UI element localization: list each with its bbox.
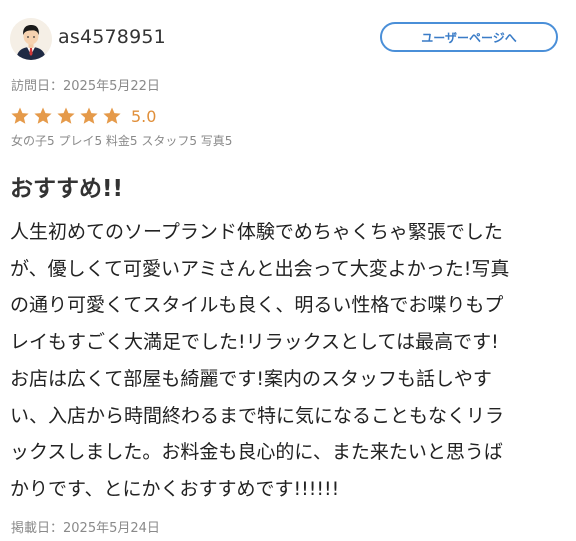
star-icon [11, 107, 29, 124]
username[interactable]: as4578951 [58, 26, 166, 48]
star-icon [57, 107, 75, 124]
review-card: as4578951 ユーザーページへ 訪問日：2025年5月22日 5.0 女の… [0, 0, 576, 541]
star-icon [80, 107, 98, 124]
review-body-line: の通り可愛くてスタイルも良く、明るい性格でお喋りもプ [10, 294, 504, 317]
user-avatar-icon[interactable] [10, 18, 52, 60]
rating-value: 5.0 [131, 106, 157, 126]
review-body: 人生初めてのソープランド体験でめちゃくちゃ緊張でした が、優しくて可愛いアミさん… [10, 214, 566, 508]
visit-date: 訪問日：2025年5月22日 [11, 79, 160, 94]
sub-ratings: 女の子5 プレイ5 料金5 スタッフ5 写真5 [11, 134, 233, 148]
review-title: おすすめ!! [10, 176, 123, 202]
review-body-line: かりです、とにかくおすすめです!!!!!! [10, 477, 340, 500]
review-body-line: が、優しくて可愛いアミさんと出会って大変よかった!写真 [10, 257, 510, 280]
review-body-line: 人生初めてのソープランド体験でめちゃくちゃ緊張でした [10, 221, 503, 243]
review-header: as4578951 ユーザーページへ [10, 18, 566, 62]
star-icon [103, 107, 121, 124]
review-body-line: レイもすごく大満足でした!リラックスとしては最高です! [10, 331, 499, 354]
review-body-line: い、入店から時間終わるまで特に気になることもなくリラ [10, 404, 505, 427]
user-page-button[interactable]: ユーザーページへ [380, 22, 558, 52]
posted-date: 掲載日：2025年5月24日 [11, 521, 160, 536]
rating-row: 5.0 [10, 104, 156, 128]
review-body-line: ックスしました。お料金も良心的に、また来たいと思うば [10, 441, 503, 464]
review-body-line: お店は広くて部屋も綺麗です!案内のスタッフも話しやす [10, 367, 492, 390]
star-icon [34, 107, 52, 124]
